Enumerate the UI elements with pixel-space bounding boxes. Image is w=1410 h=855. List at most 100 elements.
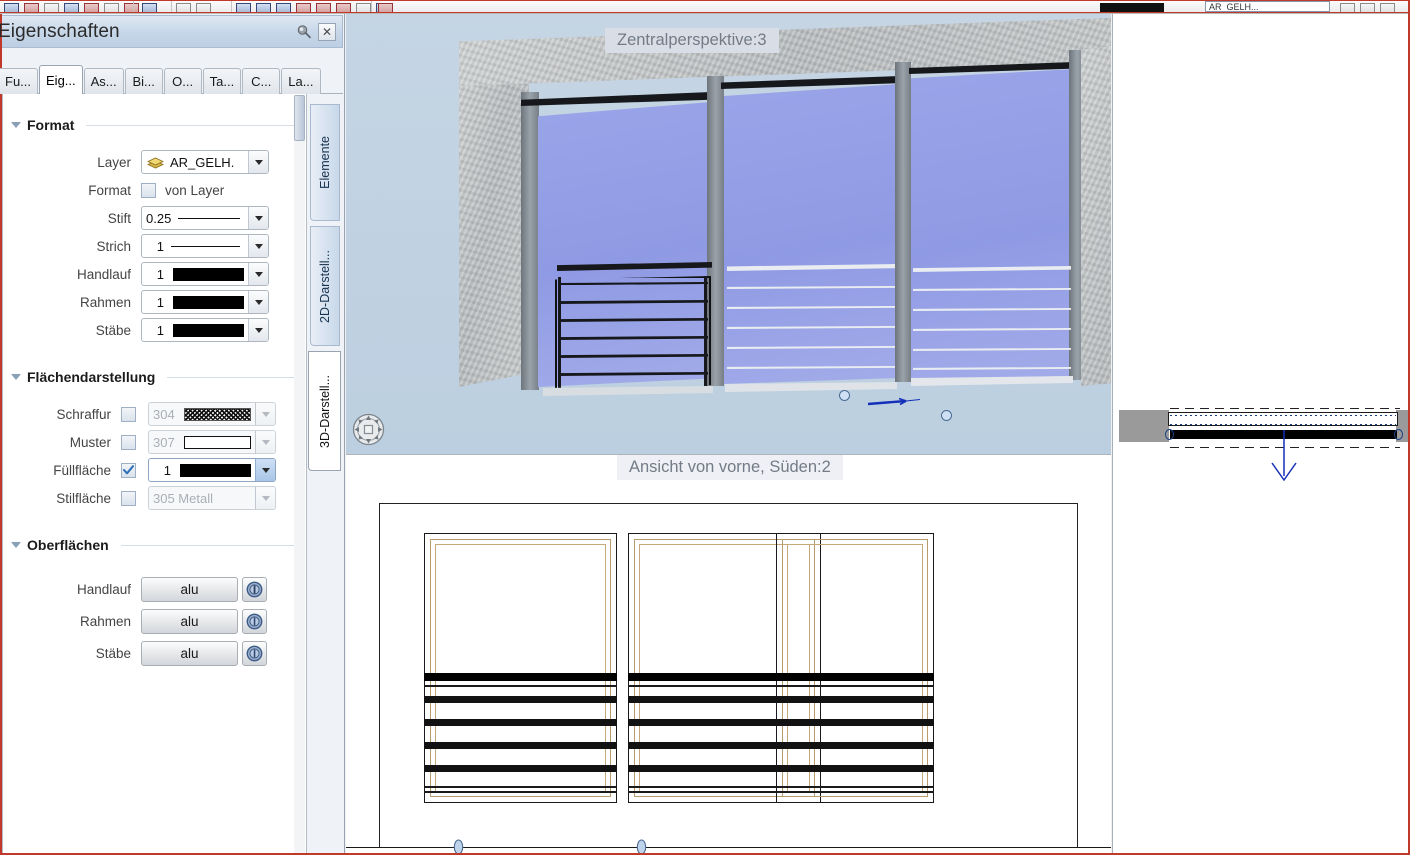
section-format-header[interactable]: Format — [3, 114, 306, 136]
row-handlauf-format: Handlauf 1 — [3, 260, 306, 288]
sidetab-elemente[interactable]: Elemente — [310, 104, 340, 221]
sidetab-2d-label: 2D-Darstell... — [318, 249, 332, 323]
tab-layer[interactable]: La... — [281, 68, 321, 94]
stilflaeche-value-wrap: 305 Metall — [149, 487, 255, 509]
stilflaeche-dropdown-arrow[interactable] — [255, 487, 275, 509]
row-fuellflaeche: Füllfläche 1 — [3, 456, 306, 484]
unit-1-inner-frame-2 — [435, 544, 606, 792]
palette-side-tabs: Elemente 2D-Darstell... 3D-Darstell... — [308, 94, 344, 494]
staebe-info-button[interactable] — [242, 640, 267, 666]
layers-icon — [146, 156, 165, 169]
unit-3-slat-4 — [776, 765, 934, 772]
handlauf-info-button[interactable] — [242, 576, 267, 602]
strich-combobox[interactable]: 1 — [141, 234, 269, 258]
muster-dropdown-arrow[interactable] — [255, 431, 275, 453]
tab-assistent[interactable]: As... — [83, 68, 124, 94]
elevation-unit-3[interactable] — [776, 533, 934, 803]
scrollbar-thumb[interactable] — [294, 95, 305, 141]
section-divider — [86, 124, 294, 126]
schraffur-checkbox[interactable] — [121, 406, 136, 422]
muster-checkbox[interactable] — [121, 434, 136, 450]
plan-dotted-line-top — [1170, 415, 1396, 416]
viewport-perspective-label: Zentralperspektive:3 — [605, 28, 779, 53]
chevron-down-icon[interactable] — [11, 374, 21, 380]
stift-combobox[interactable]: 0.25 — [141, 206, 269, 230]
rahmen-info-button[interactable] — [242, 608, 267, 634]
fuellflaeche-combobox[interactable]: 1 — [148, 458, 276, 482]
row-schraffur: Schraffur 304 — [3, 400, 306, 428]
schraffur-dropdown-arrow[interactable] — [255, 403, 275, 425]
stift-dropdown-arrow[interactable] — [248, 207, 268, 229]
chevron-down-icon[interactable] — [11, 122, 21, 128]
strich-value: 1 — [156, 238, 164, 254]
palette-title-buttons: ✕ — [296, 22, 342, 41]
orbit-navigation-gizmo[interactable] — [352, 413, 385, 446]
staebe-color-dropdown-arrow[interactable] — [248, 319, 268, 341]
control-rahmen-format: 1 — [141, 290, 269, 314]
unit-3-slat-thin-3 — [776, 791, 934, 793]
label-layer: Layer — [97, 154, 131, 170]
stilflaeche-combobox[interactable]: 305 Metall — [148, 486, 276, 510]
tab-connect[interactable]: C... — [242, 68, 281, 94]
format-von-layer-checkbox[interactable] — [141, 182, 156, 198]
selection-handle-right[interactable] — [941, 410, 952, 421]
section-oberflaechen-header[interactable]: Oberflächen — [3, 534, 306, 556]
tab-tasks[interactable]: Ta... — [202, 68, 242, 94]
label-rahmen-surface: Rahmen — [79, 613, 131, 629]
rahmen-color-dropdown-arrow[interactable] — [248, 291, 268, 313]
plan-handle-left[interactable] — [1165, 429, 1174, 440]
viewport-perspective[interactable]: Zentralperspektive:3 — [346, 14, 1111, 454]
chevron-down-icon[interactable] — [11, 542, 21, 548]
fuellflaeche-checkbox[interactable] — [121, 462, 136, 478]
section-divider — [120, 544, 294, 546]
control-format: von Layer — [141, 182, 225, 198]
layer-dropdown-arrow[interactable] — [248, 151, 268, 173]
pin-icon[interactable] — [296, 24, 312, 40]
handlauf-color-wrap: 1 — [142, 263, 248, 285]
secondary-view-panel[interactable] — [1112, 14, 1410, 855]
row-strich: Strich 1 — [3, 232, 306, 260]
format-von-layer-label: von Layer — [165, 182, 225, 198]
unit-3-inner-frame-2 — [787, 544, 923, 792]
unit-1-slat-thin-2 — [424, 786, 617, 788]
strich-dropdown-arrow[interactable] — [248, 235, 268, 257]
unit-3-slat-1 — [776, 696, 934, 703]
tab-eigenschaften[interactable]: Eig... — [39, 65, 83, 94]
handlauf-color-swatch — [173, 267, 244, 281]
selection-handle-left[interactable] — [839, 390, 850, 401]
toolbar-layer-field[interactable]: AR_GELH... — [1205, 1, 1330, 12]
rahmen-color-combobox[interactable]: 1 — [141, 290, 269, 314]
plan-section-drawing — [1113, 392, 1410, 482]
section-flaechendarstellung-header[interactable]: Flächendarstellung — [3, 366, 306, 388]
handlauf-color-dropdown-arrow[interactable] — [248, 263, 268, 285]
tab-bibliothek[interactable]: Bi... — [124, 68, 163, 94]
palette-scrollbar[interactable] — [294, 95, 305, 854]
layer-combobox[interactable]: AR_GELH. — [141, 150, 269, 174]
staebe-color-combobox[interactable]: 1 — [141, 318, 269, 342]
rahmen-surface-button[interactable]: alu — [141, 608, 238, 634]
plan-handle-right[interactable] — [1394, 429, 1403, 440]
control-staebe-surface: alu — [141, 640, 267, 666]
elevation-unit-1[interactable] — [424, 533, 617, 803]
handlauf-surface-button[interactable]: alu — [141, 576, 238, 602]
handlauf-color-combobox[interactable]: 1 — [141, 262, 269, 286]
plan-direction-arrow — [1271, 430, 1297, 482]
application-window: AR_GELH... Eigenschaften ✕ Fu... Eig... … — [0, 0, 1410, 855]
tab-funktionen[interactable]: Fu... — [0, 68, 39, 94]
staebe-color-swatch — [173, 323, 244, 337]
sidetab-2d-darstellung[interactable]: 2D-Darstell... — [310, 226, 340, 346]
schraffur-combobox[interactable]: 304 — [148, 402, 276, 426]
label-strich: Strich — [96, 238, 131, 254]
stilflaeche-checkbox[interactable] — [121, 490, 136, 506]
label-rahmen-format: Rahmen — [79, 294, 131, 310]
tab-objekte[interactable]: O... — [163, 68, 202, 94]
close-icon[interactable]: ✕ — [318, 22, 336, 41]
section-flaechendarstellung-title: Flächendarstellung — [27, 369, 156, 385]
fuellflaeche-dropdown-arrow[interactable] — [255, 459, 275, 481]
rahmen-color-swatch — [173, 295, 244, 309]
staebe-surface-button[interactable]: alu — [141, 640, 238, 666]
muster-combobox[interactable]: 307 — [148, 430, 276, 454]
viewport-elevation[interactable]: Ansicht von vorne, Süden:2 — [346, 455, 1111, 855]
sidetab-3d-darstellung[interactable]: 3D-Darstell... — [308, 351, 341, 471]
control-muster: 307 — [148, 430, 276, 454]
